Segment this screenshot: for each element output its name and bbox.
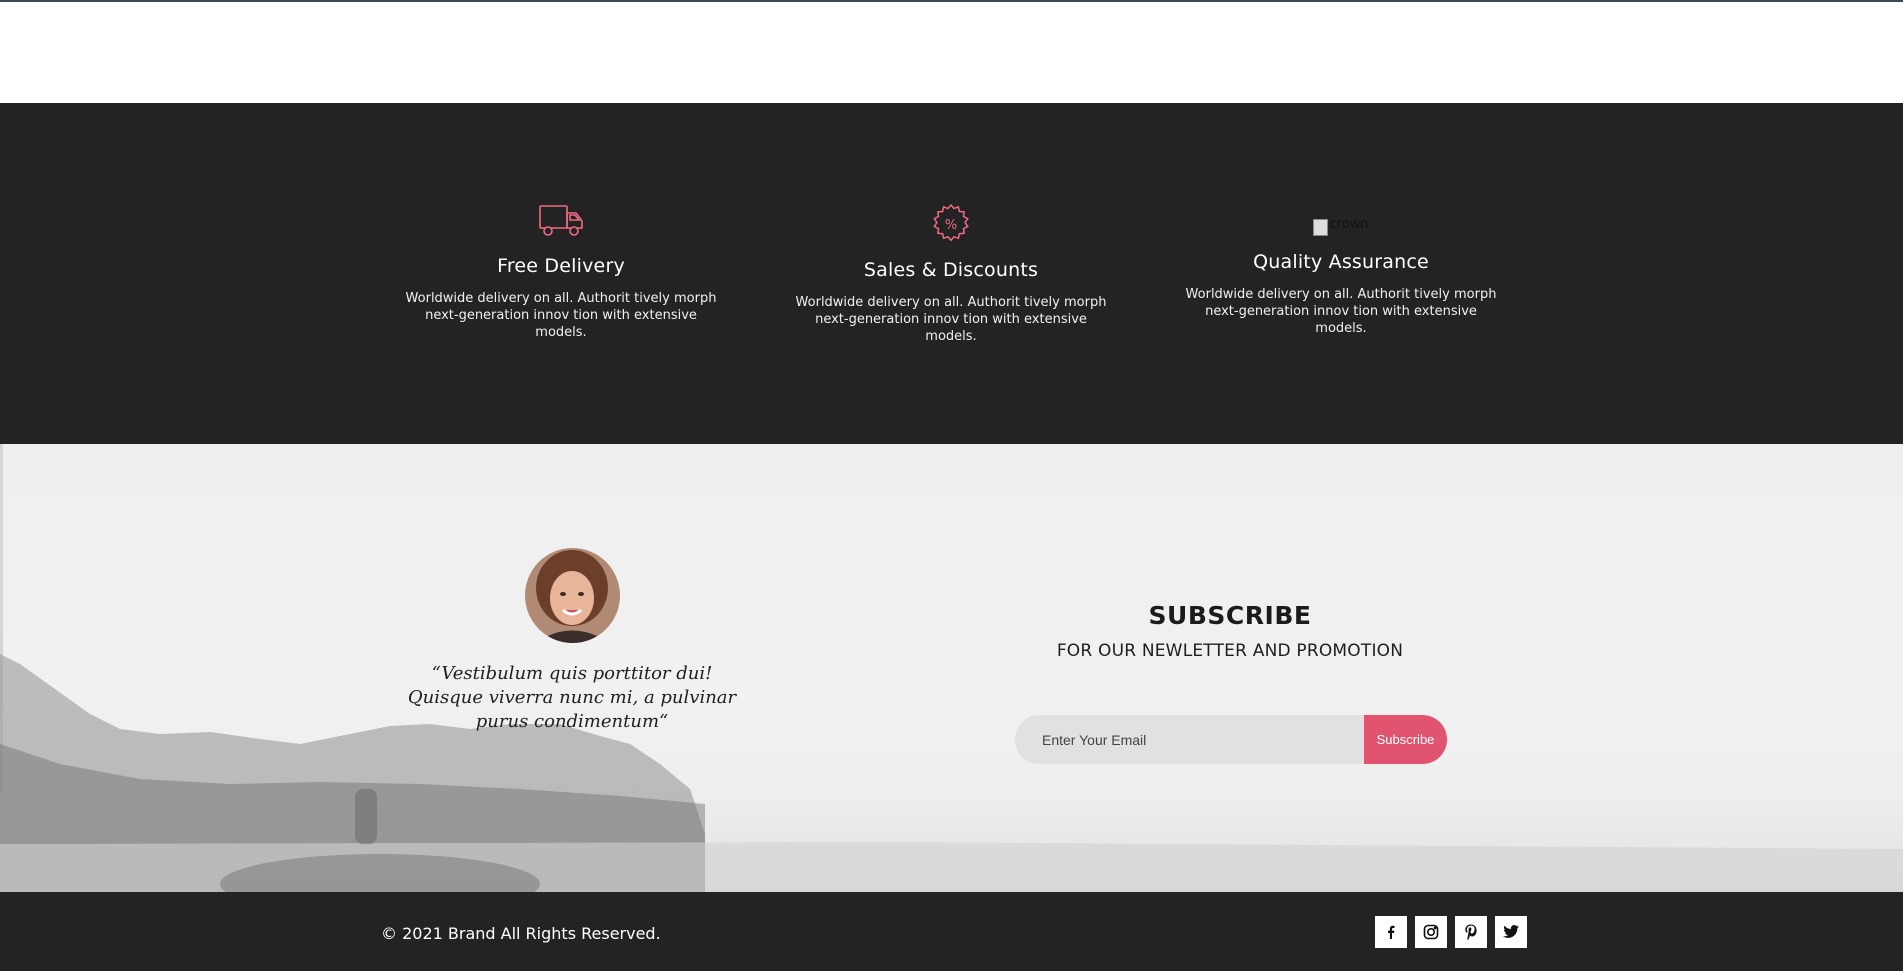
instagram-link[interactable]	[1415, 916, 1447, 948]
pinterest-link[interactable]	[1455, 916, 1487, 948]
testimonial-quote: “Vestibulum quis porttitor dui! Quisque …	[407, 663, 737, 732]
feature-description: Worldwide delivery on all. Authorit tive…	[1185, 287, 1497, 336]
subscribe-title: SUBSCRIBE	[1148, 601, 1312, 630]
pinterest-icon	[1465, 924, 1477, 940]
feature-free-delivery: Free Delivery Worldwide delivery on all.…	[391, 203, 731, 341]
subscribe-form: Subscribe	[1015, 715, 1447, 764]
copyright-text: © 2021 Brand All Rights Reserved.	[381, 924, 661, 943]
subscribe-subtitle: FOR OUR NEWLETTER AND PROMOTION	[1056, 641, 1404, 661]
feature-title: Free Delivery	[497, 255, 625, 277]
feature-title: Quality Assurance	[1253, 251, 1429, 273]
feature-sales-discounts: % Sales & Discounts Worldwide delivery o…	[781, 203, 1121, 345]
testimonial-subscribe-section: “Vestibulum quis porttitor dui! Quisque …	[0, 444, 1903, 892]
discount-badge-icon: %	[933, 203, 969, 242]
feature-description: Worldwide delivery on all. Authorit tive…	[795, 295, 1107, 344]
feature-description: Worldwide delivery on all. Authorit tive…	[405, 291, 717, 340]
delivery-truck-icon	[539, 205, 583, 236]
subscribe-button[interactable]: Subscribe	[1364, 715, 1447, 764]
crown-icon: crown	[1313, 217, 1369, 237]
email-input[interactable]	[1015, 715, 1365, 764]
facebook-icon	[1388, 925, 1395, 939]
instagram-icon	[1423, 924, 1439, 940]
header-spacer	[0, 2, 1903, 103]
twitter-link[interactable]	[1495, 916, 1527, 948]
features-section: Free Delivery Worldwide delivery on all.…	[0, 103, 1903, 444]
feature-quality-assurance: crown Quality Assurance Worldwide delive…	[1171, 215, 1511, 337]
avatar	[525, 548, 620, 643]
beach-background-image	[0, 654, 1903, 892]
facebook-link[interactable]	[1375, 916, 1407, 948]
footer: © 2021 Brand All Rights Reserved.	[0, 892, 1903, 971]
feature-title: Sales & Discounts	[863, 259, 1039, 281]
svg-text:%: %	[945, 218, 957, 233]
testimonial-avatar-image	[525, 548, 620, 643]
twitter-icon	[1503, 925, 1519, 938]
